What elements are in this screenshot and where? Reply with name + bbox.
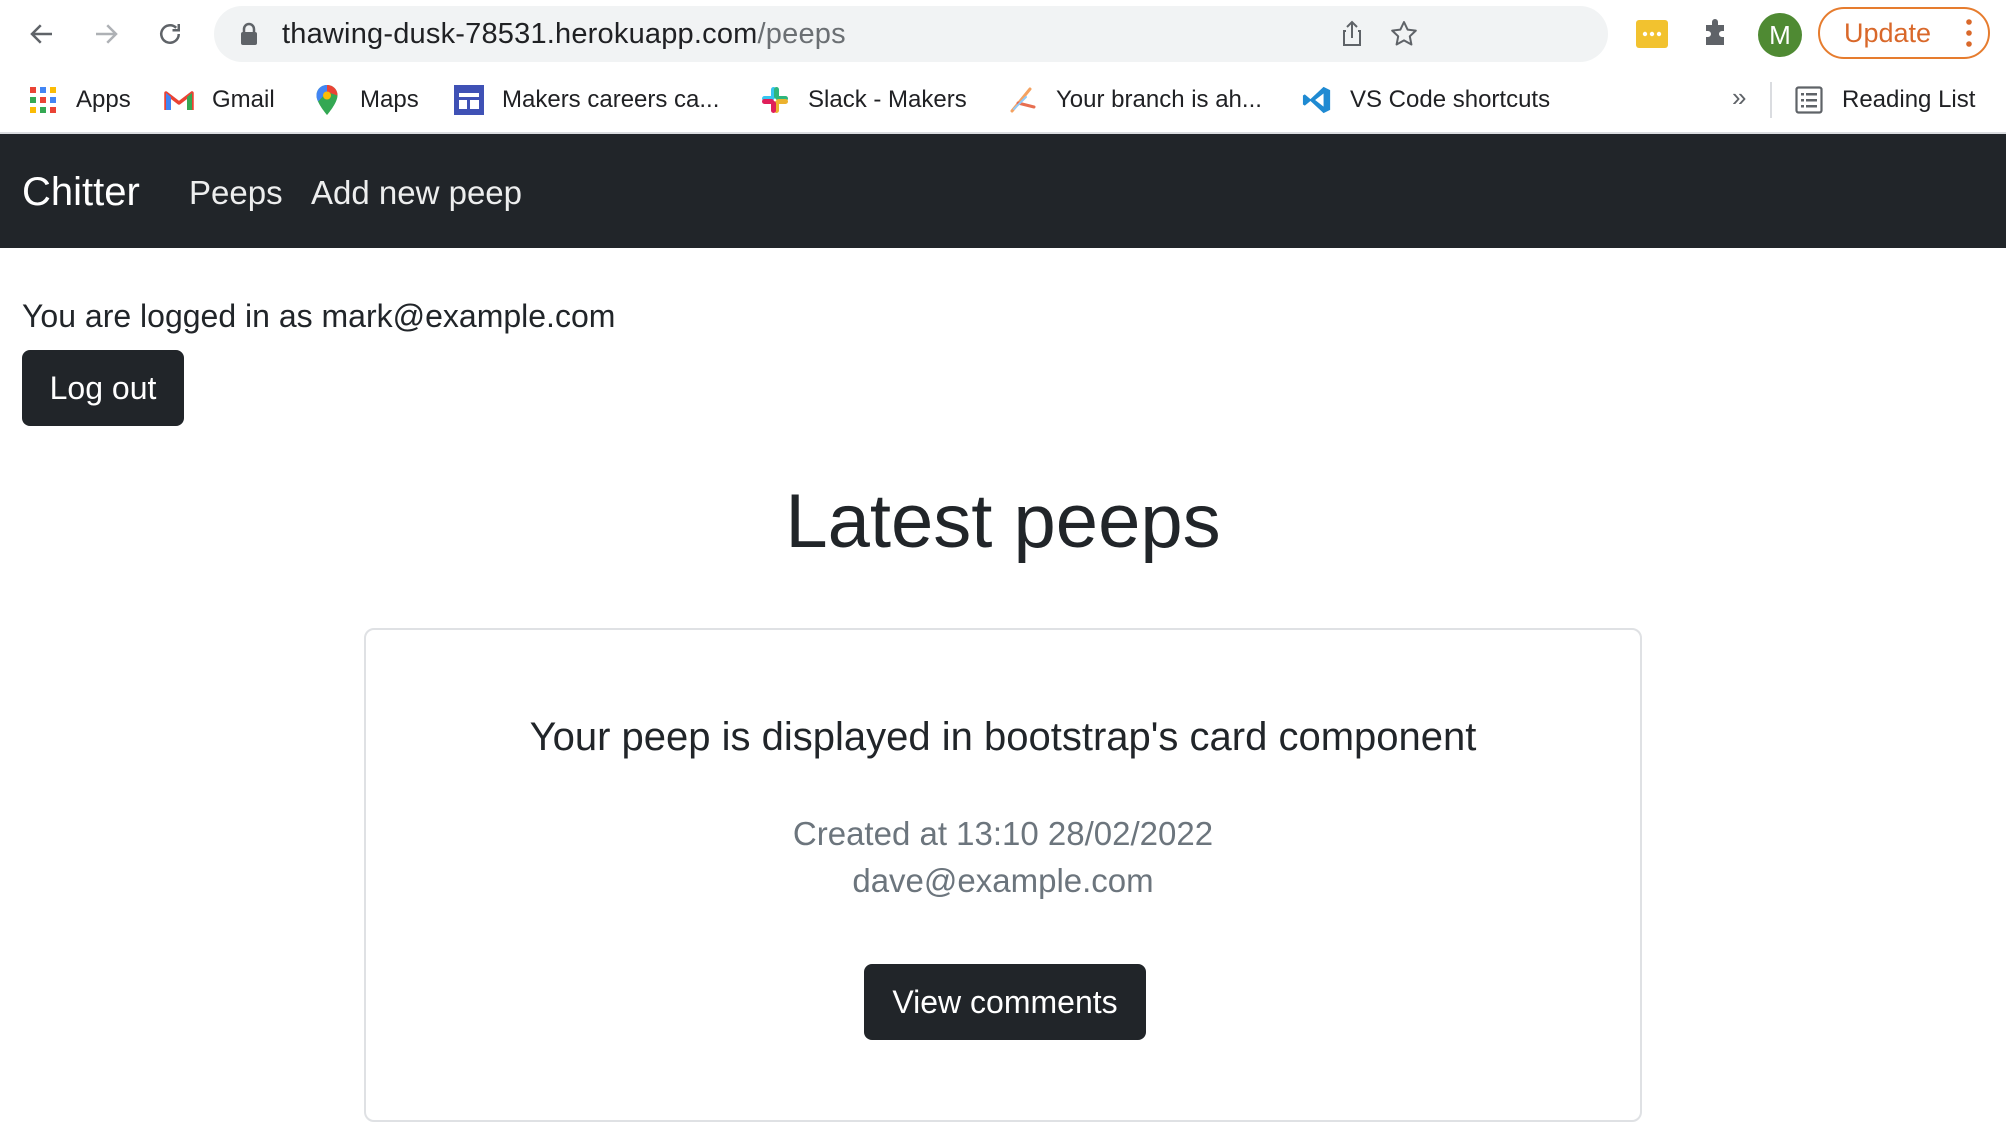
bookmark-label: VS Code shortcuts [1350,86,1551,113]
gmail-icon [164,85,194,115]
page-title: Latest peeps [785,479,1221,564]
url-path: /peeps [757,18,846,50]
reading-list-label: Reading List [1842,86,1976,113]
bookmarks-bar: Apps Gmail Maps Makers careers ca... Sla… [0,68,2006,134]
branch-icon [1008,85,1038,115]
update-label: Update [1844,18,1932,48]
url-host: thawing-dusk-78531.herokuapp.com [282,18,758,50]
reload-icon [160,24,180,44]
bookmark-maps[interactable]: Maps [312,80,419,120]
maps-pin-icon [312,85,342,115]
reading-list-icon [1794,85,1824,115]
reload-button[interactable] [148,12,192,56]
bookmark-label: Slack - Makers [808,86,967,113]
peep-text: Your peep is displayed in bootstrap's ca… [529,715,1477,759]
bookmarks-divider [1770,82,1772,118]
bookmark-label: Your branch is ah... [1056,86,1262,113]
url-text[interactable]: thawing-dusk-78531.herokuapp.com/peeps [282,19,846,49]
more-bookmarks-button[interactable]: » [1732,82,1746,113]
forward-button[interactable] [84,12,128,56]
bookmark-label: Gmail [212,86,275,113]
nav-link-add-new-peep[interactable]: Add new peep [311,174,522,212]
peep-card: Your peep is displayed in bootstrap's ca… [364,628,1642,1122]
back-button[interactable] [20,12,64,56]
kebab-menu-icon [1966,19,1972,47]
bookmark-label: Maps [360,86,419,113]
bookmark-label: Makers careers ca... [502,86,720,113]
bookmark-your-branch[interactable]: Your branch is ah... [1008,80,1262,120]
calendar-icon [454,85,484,115]
star-bookmark-icon[interactable] [1388,18,1420,50]
back-arrow-icon [30,24,52,44]
bookmark-apps[interactable]: Apps [28,80,131,120]
bookmark-slack-makers[interactable]: Slack - Makers [760,80,967,120]
slack-icon [760,85,790,115]
bookmark-gmail[interactable]: Gmail [164,80,275,120]
apps-grid-icon [28,85,58,115]
address-bar[interactable]: thawing-dusk-78531.herokuapp.com/peeps [214,6,1608,62]
bookmark-label: Apps [76,86,131,113]
browser-toolbar: thawing-dusk-78531.herokuapp.com/peeps M… [0,0,2006,68]
peep-created-at: Created at 13:10 28/02/2022 [792,815,1214,852]
profile-avatar[interactable]: M [1758,13,1802,57]
view-comments-button[interactable]: View comments [864,964,1146,1040]
vscode-icon [1302,85,1332,115]
bookmark-makers-careers[interactable]: Makers careers ca... [454,80,719,120]
share-icon[interactable] [1336,18,1368,50]
logout-button[interactable]: Log out [22,350,184,426]
update-button[interactable]: Update [1818,7,1990,59]
password-dots-icon [1636,20,1668,48]
bookmark-vs-code-shortcuts[interactable]: VS Code shortcuts [1302,80,1550,120]
lock-icon [241,22,257,45]
extensions-button[interactable] [1696,14,1736,54]
reading-list-button[interactable]: Reading List [1794,80,1975,120]
forward-arrow-icon [96,24,118,44]
logged-in-status: You are logged in as mark@example.com [22,298,616,334]
puzzle-icon [1706,19,1724,45]
nav-link-peeps[interactable]: Peeps [189,174,283,212]
password-extension-button[interactable] [1632,14,1672,54]
peep-author: dave@example.com [852,862,1154,899]
site-navbar: Chitter Peeps Add new peep [0,134,2006,248]
brand-link[interactable]: Chitter [22,170,140,214]
